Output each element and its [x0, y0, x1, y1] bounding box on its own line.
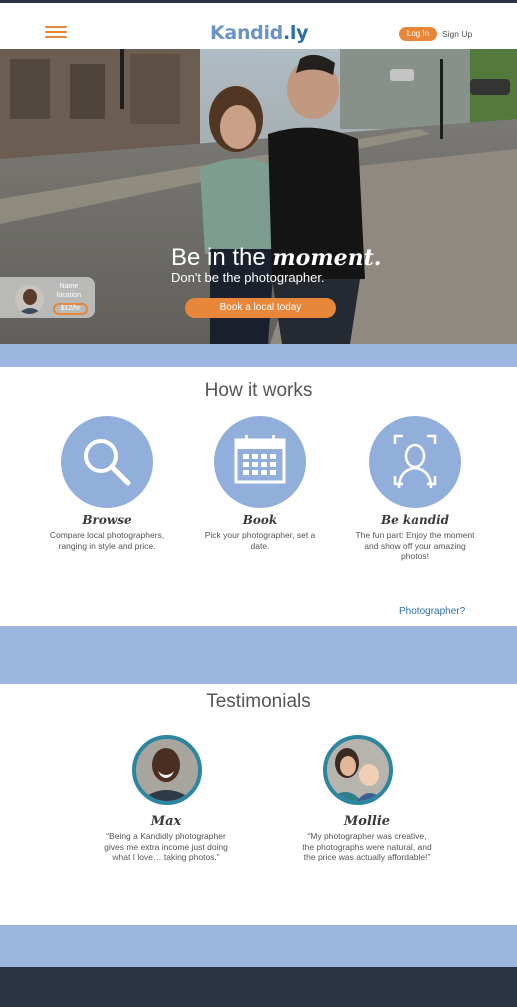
- testimonial-quote: “My photographer was creative, the photo…: [302, 831, 432, 862]
- hamburger-menu-icon[interactable]: [45, 26, 67, 38]
- site-footer: [0, 967, 517, 1007]
- photographer-card[interactable]: Name location $12/hr: [0, 277, 95, 318]
- logo-text-main: Kandid: [210, 22, 283, 44]
- step-desc: The fun part: Enjoy the moment and show …: [355, 530, 475, 561]
- step-browse: Browse Compare local photographers, rang…: [47, 416, 167, 566]
- logo-text-suffix: .ly: [283, 22, 309, 44]
- photographer-name: Name: [59, 283, 79, 290]
- testimonial-name: Mollie: [343, 814, 391, 829]
- site-logo[interactable]: Kandid.ly: [210, 22, 309, 44]
- site-header: Kandid.ly Log In Sign Up: [0, 3, 517, 49]
- photographer-location: location: [56, 292, 82, 299]
- hero-subtitle: Don't be the photographer.: [171, 270, 325, 285]
- testimonials-title: Testimonials: [206, 691, 311, 712]
- person-focus-icon: [369, 416, 461, 508]
- how-it-works-title: How it works: [204, 380, 313, 401]
- testimonial-quote: “Being a Kandidly photographer gives me …: [104, 831, 228, 862]
- divider-band-2: [0, 626, 517, 684]
- testimonial-avatar: [323, 735, 393, 805]
- hero-title: Be in the moment.: [171, 244, 382, 272]
- step-name: Book: [242, 513, 278, 527]
- photographer-avatar: [15, 285, 44, 314]
- step-desc: Pick your photographer, set a date.: [204, 530, 316, 551]
- photographer-signup-link[interactable]: Photographer?: [399, 606, 465, 617]
- step-book: Book Pick your photographer, set a date.: [200, 416, 320, 566]
- signup-link[interactable]: Sign Up: [442, 27, 472, 41]
- step-name: Be kandid: [380, 513, 450, 527]
- divider-band-1: [0, 344, 517, 367]
- divider-band-3: [0, 925, 517, 967]
- testimonial-card: Mollie “My photographer was creative, th…: [302, 735, 432, 880]
- step-be-kandid: Be kandid The fun part: Enjoy the moment…: [355, 416, 475, 566]
- book-local-button[interactable]: Book a local today: [185, 298, 336, 318]
- login-button[interactable]: Log In: [399, 27, 437, 41]
- step-desc: Compare local photographers, ranging in …: [49, 530, 165, 551]
- hero-title-plain: Be in the: [171, 244, 273, 271]
- testimonial-name: Max: [150, 814, 182, 829]
- testimonial-avatar: [132, 735, 202, 805]
- step-name: Browse: [82, 513, 132, 527]
- photographer-price-badge: $12/hr: [53, 303, 88, 315]
- hero-title-accent: moment.: [272, 245, 382, 271]
- search-icon: [61, 416, 153, 508]
- testimonial-card: Max “Being a Kandidly photographer gives…: [101, 735, 231, 880]
- calendar-icon: [214, 416, 306, 508]
